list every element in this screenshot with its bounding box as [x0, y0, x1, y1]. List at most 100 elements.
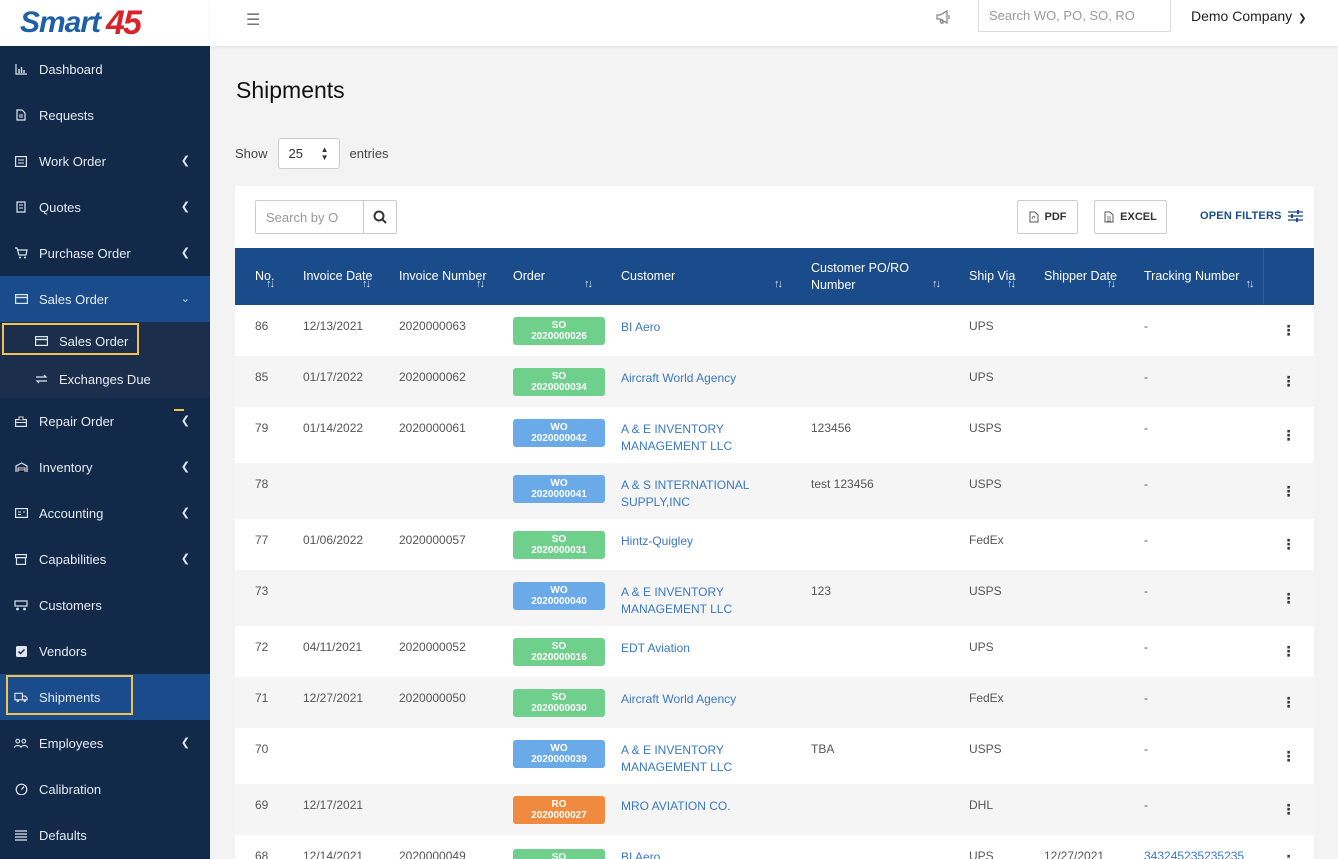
order-badge[interactable]: WO 2020000041 — [513, 475, 605, 503]
customer-link[interactable]: Aircraft World Agency — [621, 692, 736, 706]
sidebar-item-repair-order[interactable]: Repair Order ❮ — [0, 398, 210, 444]
table-row[interactable]: 78 WO 2020000041 A & S INTERNATIONAL SUPPLY… — [235, 463, 1314, 519]
column-header[interactable]: Ship Via ↑↓ — [949, 248, 1024, 305]
order-badge[interactable]: RO 2020000027 — [513, 796, 605, 824]
excel-button[interactable]: EXCEL — [1094, 200, 1167, 234]
order-badge[interactable]: SO 2020000030 — [513, 689, 605, 717]
order-badge[interactable]: SO 2020000026 — [513, 317, 605, 345]
more-vertical-icon[interactable]: ⋮ — [1282, 852, 1296, 859]
customer-link[interactable]: BI Aero — [621, 320, 660, 334]
column-header[interactable]: No. ↑↓ — [235, 248, 283, 305]
row-actions: ⋮ — [1263, 570, 1314, 626]
sidebar-item-sales-order[interactable]: Sales Order ⌄ — [0, 276, 210, 322]
cell-invoice-date: 12/27/2021 — [303, 691, 364, 705]
entries-select[interactable]: 25 ▲ ▼ — [277, 138, 340, 169]
customer-link[interactable]: A & E INVENTORY MANAGEMENT LLC — [621, 585, 732, 616]
table-row[interactable]: 85 01/17/2022 2020000062 SO 2020000034 Aircra… — [235, 356, 1314, 407]
sidebar-item-accounting[interactable]: Accounting ❮ — [0, 490, 210, 536]
sidebar-item-capabilities[interactable]: Capabilities ❮ — [0, 536, 210, 582]
customer-link[interactable]: A & E INVENTORY MANAGEMENT LLC — [621, 422, 732, 453]
cell-order: SO 2020000031 — [493, 519, 605, 570]
column-header-label: Order — [513, 269, 545, 283]
customer-link[interactable]: EDT Aviation — [621, 641, 690, 655]
sort-icon: ↑↓ — [476, 278, 485, 290]
customer-link[interactable]: Aircraft World Agency — [621, 371, 736, 385]
sidebar-item-dashboard[interactable]: Dashboard — [0, 46, 210, 92]
table-row[interactable]: 77 01/06/2022 2020000057 SO 2020000031 Hintz-… — [235, 519, 1314, 570]
sidebar-nav: Dashboard Requests Work Order ❮ Quotes ❮ Purch… — [0, 46, 210, 858]
quote-document-icon — [14, 200, 28, 214]
order-badge[interactable]: SO 2020000034 — [513, 368, 605, 396]
table-row[interactable]: 72 04/11/2021 2020000052 SO 2020000016 EDT Av… — [235, 626, 1314, 677]
more-vertical-icon[interactable]: ⋮ — [1282, 748, 1296, 764]
column-header[interactable]: Tracking Number ↑↓ — [1124, 248, 1263, 305]
table-search-input[interactable]: Search by O — [256, 201, 363, 233]
cell-no: 72 — [255, 640, 269, 654]
table-row[interactable]: 71 12/27/2021 2020000050 SO 2020000030 Aircra… — [235, 677, 1314, 728]
cell-ship-via: UPS — [969, 319, 994, 333]
hamburger-icon[interactable]: ☰ — [246, 10, 260, 30]
table-row[interactable]: 73 WO 2020000040 A & E INVENTORY MANAGEMENT… — [235, 570, 1314, 626]
more-vertical-icon[interactable]: ⋮ — [1282, 694, 1296, 710]
more-vertical-icon[interactable]: ⋮ — [1282, 801, 1296, 817]
sidebar-item-inventory[interactable]: Inventory ❮ — [0, 444, 210, 490]
global-search-input[interactable]: Search WO, PO, SO, RO — [978, 0, 1171, 32]
cell-shipper-date — [1024, 519, 1124, 570]
sidebar-item-vendors[interactable]: Vendors — [0, 628, 210, 674]
search-button[interactable] — [362, 201, 396, 233]
column-header[interactable]: Customer ↑↓ — [601, 248, 791, 305]
order-number: 2020000042 — [531, 433, 587, 444]
order-badge[interactable]: SO — [513, 849, 605, 859]
sidebar-item-calibration[interactable]: Calibration — [0, 766, 210, 812]
sidebar-item-customers[interactable]: Customers — [0, 582, 210, 628]
more-vertical-icon[interactable]: ⋮ — [1282, 483, 1296, 499]
table-row[interactable]: 69 12/17/2021 RO 2020000027 MRO AVIATION CO.… — [235, 784, 1314, 835]
more-vertical-icon[interactable]: ⋮ — [1282, 536, 1296, 552]
cell-invoice-number: 2020000057 — [399, 533, 466, 547]
table-row[interactable]: 70 WO 2020000039 A & E INVENTORY MANAGEMENT… — [235, 728, 1314, 784]
column-header[interactable]: Invoice Number ↑↓ — [379, 248, 493, 305]
sidebar-item-requests[interactable]: Requests — [0, 92, 210, 138]
customer-link[interactable]: MRO AVIATION CO. — [621, 799, 731, 813]
more-vertical-icon[interactable]: ⋮ — [1282, 427, 1296, 443]
cell-tracking-number: - — [1124, 677, 1263, 728]
more-vertical-icon[interactable]: ⋮ — [1282, 643, 1296, 659]
more-vertical-icon[interactable]: ⋮ — [1282, 322, 1296, 338]
submenu-item-exchanges-due[interactable]: Exchanges Due — [0, 360, 210, 398]
chevron-down-icon: ⌄ — [180, 293, 190, 305]
order-type: WO — [550, 478, 568, 489]
customer-link[interactable]: BI Aero — [621, 850, 660, 859]
column-header[interactable]: Shipper Date ↑↓ — [1024, 248, 1124, 305]
order-number: 2020000026 — [531, 331, 587, 342]
more-vertical-icon[interactable]: ⋮ — [1282, 590, 1296, 606]
tracking-number[interactable]: 343245235235235 — [1144, 849, 1244, 859]
sidebar-item-purchase-order[interactable]: Purchase Order ❮ — [0, 230, 210, 276]
order-badge[interactable]: SO 2020000016 — [513, 638, 605, 666]
table-row[interactable]: 68 12/14/2021 2020000049 SO BI Aero UPS 12/27/… — [235, 835, 1314, 859]
column-header[interactable]: Customer PO/RO Number ↑↓ — [791, 248, 949, 305]
customer-link[interactable]: Hintz-Quigley — [621, 534, 693, 548]
table-row[interactable]: 79 01/14/2022 2020000061 WO 2020000042 A & E … — [235, 407, 1314, 463]
more-vertical-icon[interactable]: ⋮ — [1282, 373, 1296, 389]
megaphone-icon[interactable] — [935, 8, 955, 28]
column-header[interactable]: Invoice Date ↑↓ — [283, 248, 379, 305]
company-selector[interactable]: Demo Company ❯ — [1191, 8, 1307, 24]
order-badge[interactable]: WO 2020000042 — [513, 419, 605, 447]
customer-link[interactable]: A & S INTERNATIONAL SUPPLY,INC — [621, 478, 749, 509]
open-filters-button[interactable]: OPEN FILTERS — [1200, 210, 1303, 222]
order-badge[interactable]: SO 2020000031 — [513, 531, 605, 559]
customer-link[interactable]: A & E INVENTORY MANAGEMENT LLC — [621, 743, 732, 774]
sidebar-item-defaults[interactable]: Defaults — [0, 812, 210, 858]
chevron-down-icon: ❯ — [1298, 13, 1307, 24]
sidebar-item-work-order[interactable]: Work Order ❮ — [0, 138, 210, 184]
table-row[interactable]: 86 12/13/2021 2020000063 SO 2020000026 BI Aer… — [235, 305, 1314, 356]
pdf-button[interactable]: PDF — [1017, 200, 1078, 234]
sidebar-item-employees[interactable]: Employees ❮ — [0, 720, 210, 766]
column-header[interactable]: Order ↑↓ — [493, 248, 601, 305]
order-badge[interactable]: WO 2020000039 — [513, 740, 605, 768]
tracking-number: - — [1144, 742, 1148, 756]
sidebar-item-quotes[interactable]: Quotes ❮ — [0, 184, 210, 230]
order-badge[interactable]: WO 2020000040 — [513, 582, 605, 610]
cell-tracking-number: - — [1124, 784, 1263, 835]
logo[interactable]: Smart 45 — [0, 0, 210, 46]
